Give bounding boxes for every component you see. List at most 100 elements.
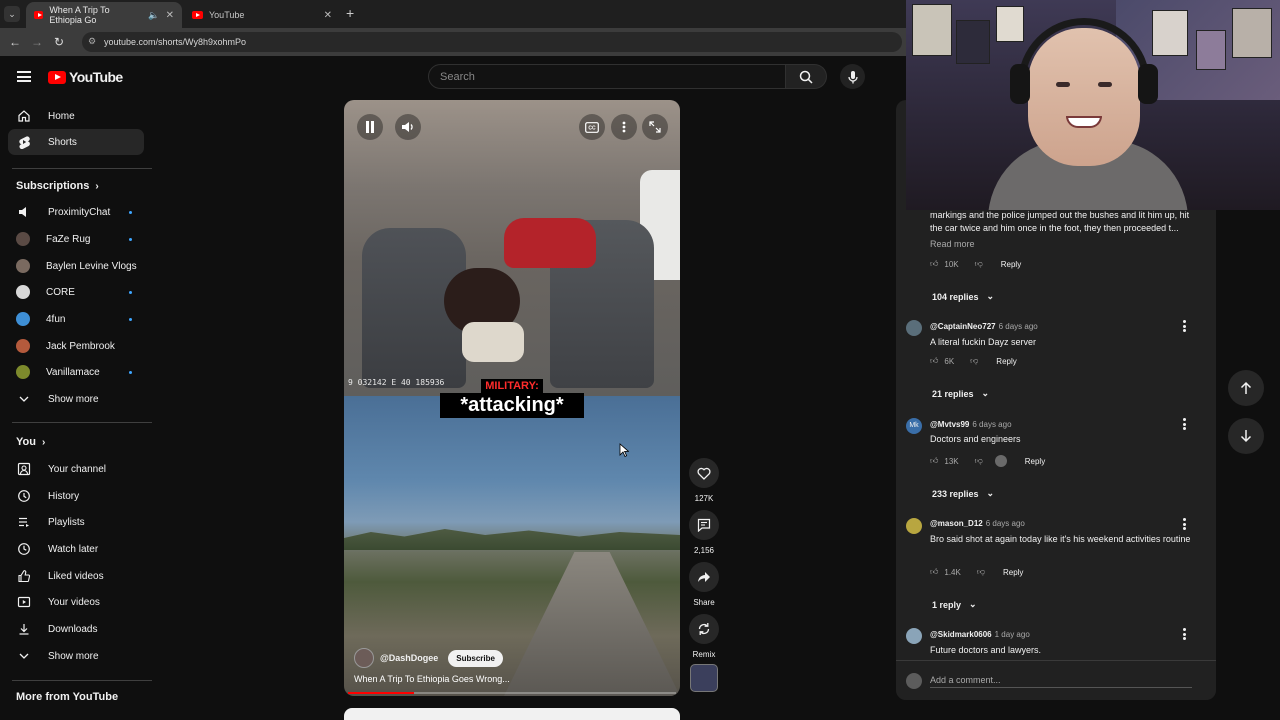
fullscreen-button[interactable] bbox=[642, 114, 668, 140]
browser-tab-active[interactable]: When A Trip To Ethiopia Go 🔈 ✕ bbox=[26, 2, 182, 28]
view-replies-button[interactable]: 104 replies ⌄ bbox=[932, 291, 994, 302]
thumbs-up-icon[interactable]: 👍︎ bbox=[930, 567, 938, 577]
channel-name[interactable]: @DashDogee bbox=[380, 653, 438, 663]
sidebar-item-subscription[interactable]: 4fun bbox=[8, 306, 144, 332]
thumbs-down-icon[interactable]: 👎︎ bbox=[977, 567, 985, 577]
tab-title: When A Trip To Ethiopia Go bbox=[49, 5, 110, 25]
sidebar-item-shorts[interactable]: Shorts bbox=[8, 129, 144, 155]
comment-handle[interactable]: @mason_D12 bbox=[930, 519, 983, 528]
view-replies-button[interactable]: 233 replies ⌄ bbox=[932, 488, 994, 499]
more-options-button[interactable] bbox=[611, 114, 637, 140]
sidebar-item-label: Downloads bbox=[48, 623, 98, 635]
comment-handle[interactable]: @CaptainNeo727 bbox=[930, 322, 996, 331]
address-bar[interactable]: ⚙ youtube.com/shorts/Wy8h9xohmPo bbox=[82, 32, 902, 52]
audio-source-thumbnail[interactable] bbox=[690, 664, 718, 692]
reload-icon[interactable]: ↻ bbox=[48, 35, 70, 49]
comments-button[interactable] bbox=[689, 510, 719, 540]
thumbs-down-icon[interactable]: 👎︎ bbox=[975, 259, 983, 269]
thumbs-down-icon[interactable]: 👎︎ bbox=[975, 456, 983, 466]
comment-likes: 10K bbox=[944, 259, 959, 269]
reply-button[interactable]: Reply bbox=[1001, 260, 1021, 269]
thumbs-down-icon[interactable]: 👎︎ bbox=[970, 356, 978, 366]
sidebar-item-history[interactable]: History bbox=[8, 483, 144, 509]
reply-button[interactable]: Reply bbox=[996, 357, 1016, 366]
forward-icon[interactable]: → bbox=[26, 35, 48, 49]
show-more-button[interactable]: Show more bbox=[8, 386, 144, 412]
channel-avatar[interactable] bbox=[354, 648, 374, 668]
menu-icon[interactable] bbox=[17, 71, 31, 82]
like-action[interactable]: 127K bbox=[688, 458, 720, 503]
volume-button[interactable] bbox=[395, 114, 421, 140]
next-short-button[interactable] bbox=[1228, 418, 1264, 454]
view-replies-button[interactable]: 21 replies ⌄ bbox=[932, 388, 989, 399]
browser-tab[interactable]: YouTube ✕ bbox=[184, 2, 340, 28]
share-button[interactable] bbox=[689, 562, 719, 592]
reply-button[interactable]: Reply bbox=[1003, 568, 1023, 577]
tab-close-icon[interactable]: ✕ bbox=[166, 10, 174, 21]
comment-menu-icon[interactable] bbox=[1182, 518, 1186, 530]
sidebar-item-liked-videos[interactable]: Liked videos bbox=[8, 563, 144, 589]
sidebar-item-watch-later[interactable]: Watch later bbox=[8, 536, 144, 562]
captions-button[interactable]: CC bbox=[579, 114, 605, 140]
remix-button[interactable] bbox=[689, 614, 719, 644]
back-icon[interactable]: ← bbox=[4, 35, 26, 49]
video-title[interactable]: When A Trip To Ethiopia Goes Wrong... bbox=[354, 674, 510, 684]
remix-action[interactable]: Remix bbox=[688, 614, 720, 659]
add-comment-input[interactable]: Add a comment... bbox=[930, 675, 1192, 688]
like-button[interactable] bbox=[689, 458, 719, 488]
sidebar-item-label: ProximityChat bbox=[48, 206, 111, 218]
read-more-link[interactable]: Read more bbox=[930, 239, 975, 249]
new-tab-button[interactable]: + bbox=[346, 5, 354, 21]
subscriptions-heading[interactable]: Subscriptions › bbox=[16, 180, 99, 192]
tab-search-icon[interactable]: ⌄ bbox=[4, 6, 20, 22]
comment-menu-icon[interactable] bbox=[1182, 320, 1186, 332]
sidebar-item-subscription[interactable]: ProximityChat bbox=[8, 199, 144, 225]
comment-handle[interactable]: @Skidmark0606 bbox=[930, 630, 992, 639]
commenter-avatar[interactable]: Mk bbox=[906, 418, 922, 434]
commenter-avatar[interactable] bbox=[906, 628, 922, 644]
sidebar-item-subscription[interactable]: Baylen Levine Vlogs bbox=[8, 253, 144, 279]
comment-actions: 👍︎ 10K 👎︎ Reply bbox=[930, 259, 1021, 269]
comment-menu-icon[interactable] bbox=[1182, 628, 1186, 640]
comment-likes: 13K bbox=[944, 456, 959, 466]
shorts-video-player[interactable]: 9 032142 E 40 185936 MILITARY: *attackin… bbox=[344, 100, 680, 696]
comments-action[interactable]: 2,156 bbox=[688, 510, 720, 555]
hills bbox=[344, 529, 680, 550]
pause-button[interactable] bbox=[357, 114, 383, 140]
share-action[interactable]: Share bbox=[688, 562, 720, 607]
thumbs-up-icon[interactable]: 👍︎ bbox=[930, 356, 938, 366]
voice-search-button[interactable] bbox=[840, 64, 865, 89]
previous-short-button[interactable] bbox=[1228, 370, 1264, 406]
audio-icon[interactable]: 🔈 bbox=[148, 10, 159, 21]
comment-menu-icon[interactable] bbox=[1182, 418, 1186, 430]
commenter-avatar[interactable] bbox=[906, 320, 922, 336]
comment-handle[interactable]: @Mvtvs99 bbox=[930, 420, 969, 429]
next-short-preview[interactable] bbox=[344, 708, 680, 720]
tab-close-icon[interactable]: ✕ bbox=[324, 10, 332, 21]
show-more-label: Show more bbox=[48, 393, 99, 405]
channel-avatar bbox=[16, 259, 30, 273]
sidebar-item-playlists[interactable]: Playlists bbox=[8, 509, 144, 535]
view-replies-button[interactable]: 1 reply ⌄ bbox=[932, 599, 977, 610]
sidebar-item-subscription[interactable]: FaZe Rug bbox=[8, 226, 144, 252]
subscribe-button[interactable]: Subscribe bbox=[448, 649, 503, 667]
youtube-logo[interactable]: YouTube bbox=[48, 69, 123, 85]
sidebar-item-subscription[interactable]: Jack Pembrook bbox=[8, 333, 144, 359]
thumbs-up-icon[interactable]: 👍︎ bbox=[930, 259, 938, 269]
sidebar-item-subscription[interactable]: CORE bbox=[8, 279, 144, 305]
sidebar-item-home[interactable]: Home bbox=[8, 103, 144, 129]
thumbs-up-icon[interactable]: 👍︎ bbox=[930, 456, 938, 466]
video-progress-bar[interactable] bbox=[348, 692, 676, 694]
site-info-icon[interactable]: ⚙ bbox=[88, 36, 96, 47]
sidebar-item-downloads[interactable]: Downloads bbox=[8, 616, 144, 642]
search-button[interactable] bbox=[786, 64, 827, 89]
commenter-avatar[interactable] bbox=[906, 518, 922, 534]
shorts-icon bbox=[16, 134, 32, 150]
sidebar-item-your-channel[interactable]: Your channel bbox=[8, 456, 144, 482]
reply-button[interactable]: Reply bbox=[1025, 457, 1045, 466]
search-input[interactable]: Search bbox=[428, 64, 786, 89]
you-heading[interactable]: You › bbox=[16, 436, 45, 448]
sidebar-item-your-videos[interactable]: Your videos bbox=[8, 589, 144, 615]
show-more-button[interactable]: Show more bbox=[8, 643, 144, 669]
sidebar-item-subscription[interactable]: Vanillamace bbox=[8, 359, 144, 385]
